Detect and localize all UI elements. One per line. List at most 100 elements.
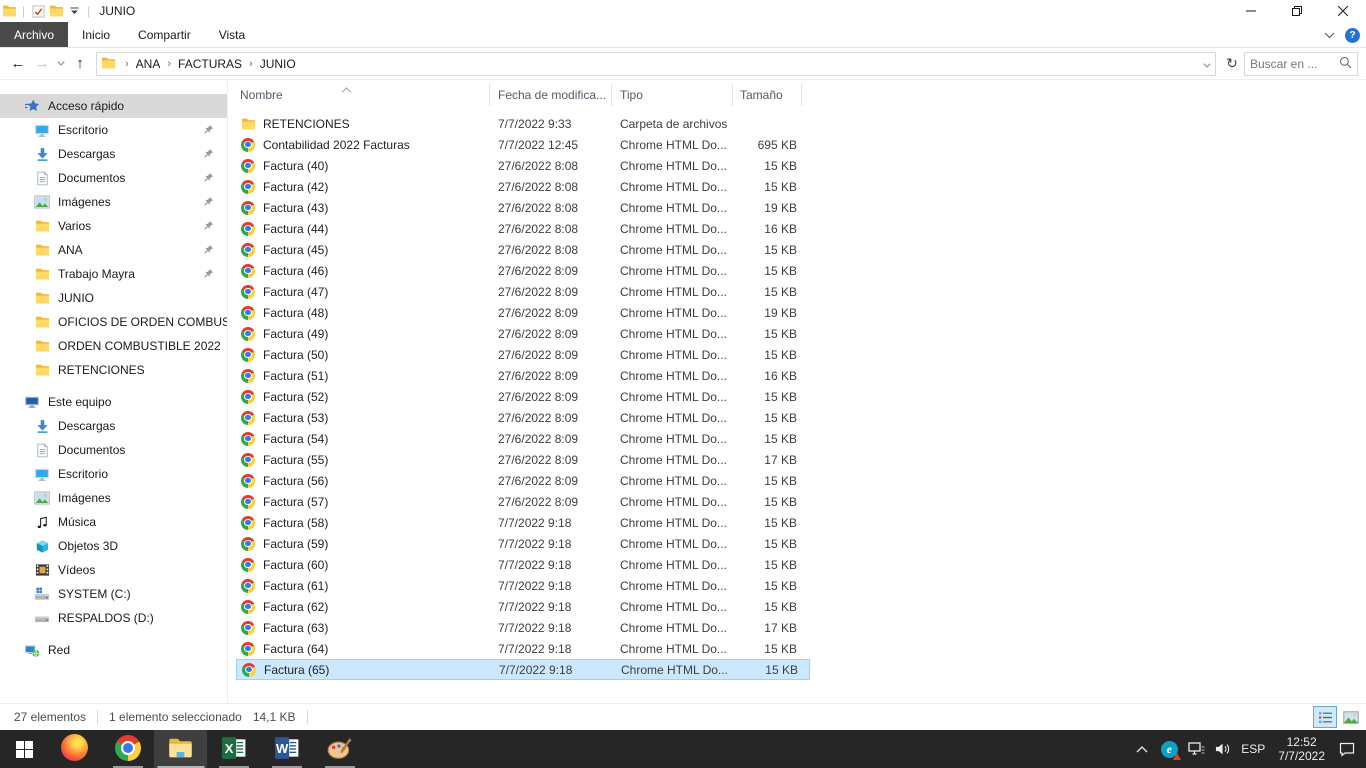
file-row-factura-56[interactable]: Factura (56)27/6/2022 8:09Chrome HTML Do… [236, 470, 810, 491]
breadcrumb-facturas[interactable]: FACTURAS [178, 57, 242, 71]
sidebar-item-descargas[interactable]: Descargas [0, 142, 227, 166]
sidebar-item-documentos[interactable]: Documentos [0, 166, 227, 190]
file-row-factura-46[interactable]: Factura (46)27/6/2022 8:09Chrome HTML Do… [236, 260, 810, 281]
file-row-contabilidad-2022-facturas[interactable]: Contabilidad 2022 Facturas7/7/2022 12:45… [236, 134, 810, 155]
sidebar-item-descargas[interactable]: Descargas [0, 414, 227, 438]
file-row-factura-48[interactable]: Factura (48)27/6/2022 8:09Chrome HTML Do… [236, 302, 810, 323]
taskbar-excel-button[interactable]: X [207, 730, 260, 768]
sidebar-section-quick-access[interactable]: Acceso rápido [0, 94, 227, 118]
file-row-factura-52[interactable]: Factura (52)27/6/2022 8:09Chrome HTML Do… [236, 386, 810, 407]
forward-button[interactable]: → [30, 52, 54, 76]
file-row-factura-62[interactable]: Factura (62)7/7/2022 9:18Chrome HTML Do.… [236, 596, 810, 617]
address-dropdown-icon[interactable] [1203, 57, 1211, 71]
file-row-factura-57[interactable]: Factura (57)27/6/2022 8:09Chrome HTML Do… [236, 491, 810, 512]
details-view-button[interactable] [1313, 706, 1337, 728]
thumbnails-view-button[interactable] [1339, 706, 1363, 728]
file-row-factura-65[interactable]: Factura (65)7/7/2022 9:18Chrome HTML Do.… [236, 659, 810, 680]
file-row-factura-42[interactable]: Factura (42)27/6/2022 8:08Chrome HTML Do… [236, 176, 810, 197]
sidebar-item-im-genes[interactable]: Imágenes [0, 190, 227, 214]
file-row-factura-54[interactable]: Factura (54)27/6/2022 8:09Chrome HTML Do… [236, 428, 810, 449]
up-button[interactable]: ↑ [68, 52, 92, 76]
column-header-nombre[interactable]: Nombre [236, 84, 490, 106]
file-row-factura-61[interactable]: Factura (61)7/7/2022 9:18Chrome HTML Do.… [236, 575, 810, 596]
sidebar-section-network[interactable]: Red [0, 638, 227, 662]
qat-customize-dropdown-icon[interactable] [65, 2, 83, 20]
pin-icon [203, 244, 215, 256]
file-row-factura-58[interactable]: Factura (58)7/7/2022 9:18Chrome HTML Do.… [236, 512, 810, 533]
sidebar-item-oficios-de-orden-combusti[interactable]: OFICIOS DE ORDEN COMBUSTI [0, 310, 227, 334]
taskbar-clock[interactable]: 12:52 7/7/2022 [1278, 735, 1325, 763]
network-tray-icon[interactable] [1187, 740, 1205, 758]
tray-chevron-up-icon[interactable] [1133, 740, 1151, 758]
file-row-retenciones[interactable]: RETENCIONES7/7/2022 9:33Carpeta de archi… [236, 113, 810, 134]
ribbon-tab-inicio[interactable]: Inicio [68, 22, 124, 47]
file-row-factura-43[interactable]: Factura (43)27/6/2022 8:08Chrome HTML Do… [236, 197, 810, 218]
sidebar-item-escritorio[interactable]: Escritorio [0, 118, 227, 142]
column-header-tamano[interactable]: Tamaño [733, 84, 802, 106]
language-indicator[interactable]: ESP [1241, 742, 1265, 756]
eset-antivirus-icon[interactable]: e [1160, 740, 1178, 758]
breadcrumb-junio[interactable]: JUNIO [260, 57, 296, 71]
ribbon-tab-vista[interactable]: Vista [205, 22, 259, 47]
breadcrumb-ana[interactable]: ANA [136, 57, 161, 71]
chrome-big-icon [115, 735, 141, 764]
sidebar-item-junio[interactable]: JUNIO [0, 286, 227, 310]
back-button[interactable]: ← [6, 52, 30, 76]
chrome-icon [240, 620, 256, 636]
action-center-icon[interactable] [1338, 740, 1356, 758]
restore-button[interactable] [1274, 0, 1320, 22]
file-row-factura-49[interactable]: Factura (49)27/6/2022 8:09Chrome HTML Do… [236, 323, 810, 344]
search-input[interactable] [1250, 57, 1339, 71]
ribbon-tab-archivo[interactable]: Archivo [0, 22, 68, 47]
taskbar-paint-button[interactable] [313, 730, 366, 768]
sidebar-item-escritorio[interactable]: Escritorio [0, 462, 227, 486]
sidebar-item-objetos-3d[interactable]: Objetos 3D [0, 534, 227, 558]
minimize-button[interactable] [1228, 0, 1274, 22]
column-header-fecha[interactable]: Fecha de modifica... [490, 84, 612, 106]
chrome-icon [240, 410, 256, 426]
sidebar-item-m-sica[interactable]: Música [0, 510, 227, 534]
sidebar-item-orden-combustible-2022[interactable]: ORDEN COMBUSTIBLE 2022 [0, 334, 227, 358]
sidebar-item-documentos[interactable]: Documentos [0, 438, 227, 462]
sidebar-item-trabajo-mayra[interactable]: Trabajo Mayra [0, 262, 227, 286]
clock-time: 12:52 [1278, 735, 1325, 749]
taskbar-chrome-button[interactable] [101, 730, 154, 768]
file-row-factura-44[interactable]: Factura (44)27/6/2022 8:08Chrome HTML Do… [236, 218, 810, 239]
file-row-factura-59[interactable]: Factura (59)7/7/2022 9:18Chrome HTML Do.… [236, 533, 810, 554]
help-icon[interactable]: ? [1345, 28, 1360, 43]
refresh-icon[interactable]: ↻ [1220, 52, 1244, 76]
sidebar-item-v-deos[interactable]: Vídeos [0, 558, 227, 582]
sidebar-item-ana[interactable]: ANA [0, 238, 227, 262]
file-row-factura-40[interactable]: Factura (40)27/6/2022 8:08Chrome HTML Do… [236, 155, 810, 176]
close-button[interactable] [1320, 0, 1366, 22]
sidebar-section-this-pc[interactable]: Este equipo [0, 390, 227, 414]
sidebar-item-system-c[interactable]: SYSTEM (C:) [0, 582, 227, 606]
taskbar-word-button[interactable]: W [260, 730, 313, 768]
file-row-factura-50[interactable]: Factura (50)27/6/2022 8:09Chrome HTML Do… [236, 344, 810, 365]
file-row-factura-60[interactable]: Factura (60)7/7/2022 9:18Chrome HTML Do.… [236, 554, 810, 575]
file-row-factura-53[interactable]: Factura (53)27/6/2022 8:09Chrome HTML Do… [236, 407, 810, 428]
recent-locations-icon[interactable] [54, 52, 68, 76]
taskbar-explorer-button[interactable] [154, 730, 207, 768]
start-button[interactable] [0, 730, 48, 768]
desktop-icon [34, 122, 50, 138]
qat-new-folder-icon[interactable] [47, 2, 65, 20]
address-bar[interactable]: ›ANA›FACTURAS›JUNIO [96, 52, 1216, 76]
search-icon[interactable] [1339, 56, 1352, 72]
sidebar-item-im-genes[interactable]: Imágenes [0, 486, 227, 510]
file-row-factura-63[interactable]: Factura (63)7/7/2022 9:18Chrome HTML Do.… [236, 617, 810, 638]
column-header-tipo[interactable]: Tipo [612, 84, 733, 106]
qat-properties-icon[interactable] [29, 2, 47, 20]
sidebar-item-respaldos-d[interactable]: RESPALDOS (D:) [0, 606, 227, 630]
ribbon-tab-compartir[interactable]: Compartir [124, 22, 205, 47]
file-row-factura-45[interactable]: Factura (45)27/6/2022 8:08Chrome HTML Do… [236, 239, 810, 260]
taskbar-firefox-button[interactable] [48, 730, 101, 768]
file-row-factura-64[interactable]: Factura (64)7/7/2022 9:18Chrome HTML Do.… [236, 638, 810, 659]
file-row-factura-55[interactable]: Factura (55)27/6/2022 8:09Chrome HTML Do… [236, 449, 810, 470]
ribbon-collapse-icon[interactable] [1324, 28, 1335, 42]
file-row-factura-47[interactable]: Factura (47)27/6/2022 8:09Chrome HTML Do… [236, 281, 810, 302]
file-row-factura-51[interactable]: Factura (51)27/6/2022 8:09Chrome HTML Do… [236, 365, 810, 386]
sidebar-item-retenciones[interactable]: RETENCIONES [0, 358, 227, 382]
sidebar-item-varios[interactable]: Varios [0, 214, 227, 238]
volume-icon[interactable] [1214, 740, 1232, 758]
